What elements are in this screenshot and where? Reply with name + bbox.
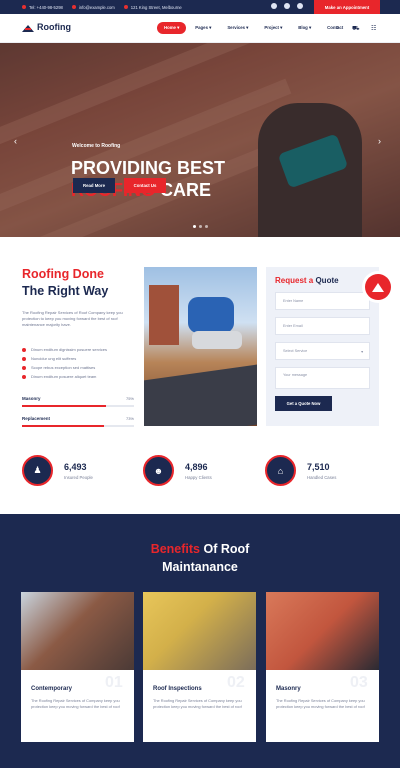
about-description: The Roofing Repair Services of Roof Comp… (22, 310, 123, 327)
appointment-button[interactable]: Make an Appointment (314, 0, 380, 14)
bullet-icon (22, 356, 26, 361)
twitter-icon[interactable] (284, 3, 290, 9)
benefit-card[interactable]: 03 Masonry The Roofing Repair Services o… (266, 592, 379, 742)
menu-item-services[interactable]: Services ▾ (220, 22, 255, 34)
menu-item-project[interactable]: Project ▾ (257, 22, 289, 34)
skill-progress-bar (22, 405, 134, 407)
menu-item-pages[interactable]: Pages ▾ (188, 22, 218, 34)
skill-progress-bar (22, 425, 134, 427)
hero-slider: Welcome to Roofing PROVIDING BEST ROOFIN… (0, 43, 400, 237)
chimney-shape (149, 285, 179, 345)
list-item: Dinum enditum posuere aliquet team (22, 372, 107, 381)
card-description: The Roofing Repair Services of Company k… (31, 698, 120, 709)
slider-prev-icon[interactable]: ‹ (14, 136, 17, 146)
benefit-card[interactable]: 01 Contemporary The Roofing Repair Servi… (21, 592, 134, 742)
about-feature-list: Dinum enditum dignissim posuere services… (22, 345, 107, 381)
skill-replacement: Replacement 73% (22, 416, 134, 427)
worker-shape (188, 297, 234, 333)
topbar-email[interactable]: info@example.com (71, 5, 115, 10)
get-quote-button[interactable]: Get a Quote Now (275, 396, 332, 411)
service-select[interactable]: Select Service ▾ (275, 342, 370, 360)
quote-title: Request a Quote (275, 276, 339, 285)
skill-progress-fill (22, 425, 104, 427)
name-input[interactable]: Enter Name (275, 292, 370, 310)
topbar-phone[interactable]: Tel: +440-98-5298 (22, 5, 63, 10)
search-icon[interactable]: ⌕ (336, 25, 339, 32)
roof-shape (144, 363, 257, 426)
list-item: Dinum enditum dignissim posuere services (22, 345, 107, 354)
mail-icon (71, 5, 76, 9)
card-title: Contemporary (31, 686, 73, 692)
menu-item-blog[interactable]: Blog ▾ (291, 22, 318, 34)
page: Tel: +440-98-5298 info@example.com 121 K… (0, 0, 400, 768)
worker-legs-shape (192, 331, 242, 349)
social-links (271, 3, 303, 9)
list-item: Nuncidur ung elit sufferes (22, 354, 107, 363)
users-icon: ♟ (22, 455, 53, 486)
card-title: Roof Inspections (153, 686, 202, 692)
stat-happy-clients: ☻ 4,896 Happy Clients (143, 455, 212, 486)
house-icon: ⌂ (265, 455, 296, 486)
location-icon (123, 5, 128, 9)
slider-dots (193, 225, 208, 228)
slider-dot[interactable] (205, 225, 208, 228)
worker-icon: ☻ (143, 455, 174, 486)
card-title: Masonry (276, 686, 301, 692)
menu-item-home[interactable]: Home ▾ (157, 22, 187, 34)
about-title: Roofing Done The Right Way (22, 267, 109, 298)
benefits-title: Benefits Of Roof Maintanance (150, 542, 250, 574)
slider-dot[interactable] (199, 225, 202, 228)
message-textarea[interactable]: Your message (275, 367, 370, 389)
slider-next-icon[interactable]: › (378, 136, 381, 146)
bullet-icon (22, 365, 26, 370)
chevron-down-icon: ▾ (361, 349, 363, 354)
navbar: Roofing Home ▾ Pages ▾ Services ▾ Projec… (0, 14, 400, 43)
card-image (143, 592, 256, 670)
roof-badge-icon (365, 274, 391, 300)
list-item: Scope rebus exception sed mattises (22, 363, 107, 372)
card-image (21, 592, 134, 670)
logo[interactable]: Roofing (22, 22, 71, 32)
instagram-icon[interactable] (297, 3, 303, 9)
roof-logo-icon (22, 23, 34, 32)
bullet-icon (22, 347, 26, 352)
email-input[interactable]: Enter Email (275, 317, 370, 335)
slider-dot[interactable] (193, 225, 196, 228)
card-description: The Roofing Repair Services of Company k… (276, 698, 365, 709)
card-description: The Roofing Repair Services of Company k… (153, 698, 242, 709)
stat-insured-people: ♟ 6,493 Insured People (22, 455, 93, 486)
read-more-button[interactable]: Read More (73, 178, 115, 193)
benefit-card[interactable]: 02 Roof Inspections The Roofing Repair S… (143, 592, 256, 742)
skill-progress-fill (22, 405, 106, 407)
menu-grid-icon[interactable]: ☷ (371, 25, 376, 32)
cart-icon[interactable]: ⛟ (352, 25, 360, 33)
contact-us-button[interactable]: Contact Us (124, 178, 166, 193)
quote-form: Request a Quote Enter Name Enter Email S… (266, 267, 379, 426)
main-menu: Home ▾ Pages ▾ Services ▾ Project ▾ Blog… (157, 22, 350, 34)
stat-handled-cases: ⌂ 7,510 Handled Cases (265, 455, 336, 486)
hero-overlay (0, 43, 400, 237)
roofer-image (144, 267, 257, 426)
facebook-icon[interactable] (271, 3, 277, 9)
card-image (266, 592, 379, 670)
brand-name: Roofing (37, 22, 71, 32)
topbar-address: 121 King Street, Melbourne (123, 5, 182, 10)
phone-icon (22, 5, 26, 9)
skill-masonry: Masonry 75% (22, 396, 134, 407)
bullet-icon (22, 374, 26, 379)
hero-welcome-text: Welcome to Roofing (72, 143, 121, 149)
